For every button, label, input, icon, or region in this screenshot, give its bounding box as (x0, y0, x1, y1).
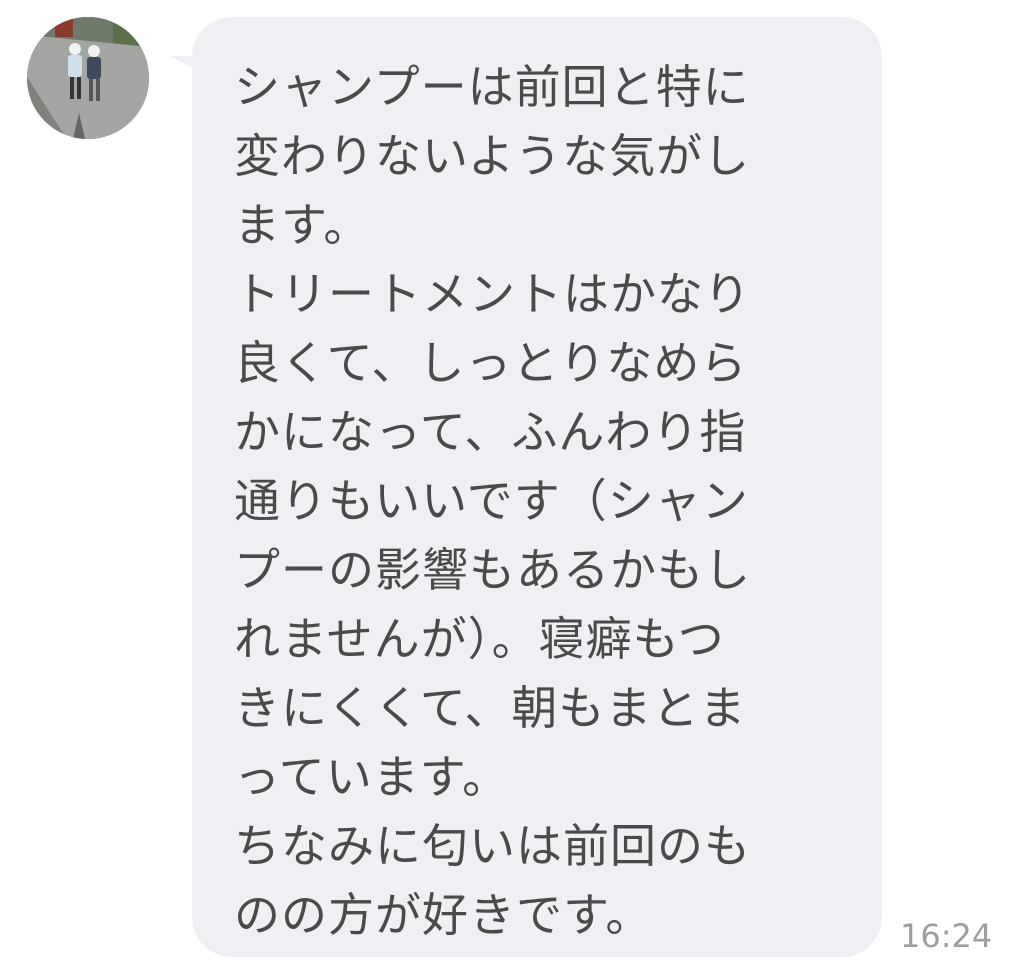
avatar[interactable] (27, 17, 149, 139)
message-timestamp: 16:24 (900, 917, 993, 955)
chat-view: シャンプーは前回と特に 変わりないような気がし ます。 トリートメントはかなり … (0, 0, 1024, 979)
avatar-photo (27, 17, 149, 139)
message-bubble[interactable]: シャンプーは前回と特に 変わりないような気がし ます。 トリートメントはかなり … (192, 17, 882, 957)
message-text: シャンプーは前回と特に 変わりないような気がし ます。 トリートメントはかなり … (234, 60, 751, 942)
